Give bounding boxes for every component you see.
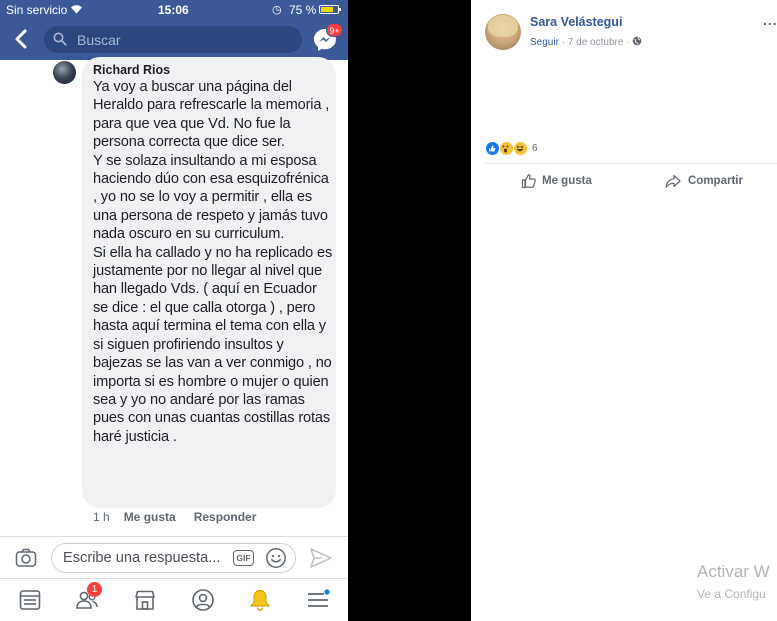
comment-author[interactable]: Richard Rios [93, 63, 170, 77]
wifi-icon [71, 5, 82, 14]
top-nav-bar: Buscar 9+ [0, 20, 348, 60]
comment-time: 1 h [93, 510, 110, 524]
messenger-badge: 9+ [326, 23, 343, 37]
notifications-icon[interactable] [248, 588, 272, 612]
search-icon [53, 32, 67, 46]
post-share-label: Compartir [688, 175, 743, 187]
comment-text: Ya voy a buscar una página del Heraldo p… [93, 79, 333, 445]
carrier-label: Sin servicio [6, 3, 68, 17]
status-bar: Sin servicio 15:06 ◷ 75 % [0, 0, 348, 20]
emoji-icon[interactable] [265, 547, 287, 569]
poster-avatar[interactable] [485, 14, 521, 50]
more-options-button[interactable]: ... [763, 12, 777, 28]
battery-icon [319, 5, 341, 14]
alarm-icon: ◷ [272, 4, 282, 16]
post-date[interactable]: 7 de octubre [568, 37, 624, 48]
poster-name[interactable]: Sara Velástegui [530, 15, 622, 29]
friends-badge: 1 [87, 582, 102, 597]
globe-icon [632, 36, 642, 46]
search-placeholder: Buscar [77, 32, 121, 48]
comment-like-button[interactable]: Me gusta [124, 510, 176, 524]
reply-placeholder: Escribe una respuesta... [63, 550, 221, 566]
back-arrow-icon[interactable] [13, 29, 31, 49]
activation-watermark-subtitle: Ve a Configu [697, 587, 766, 601]
bottom-tab-bar: 1 [0, 578, 348, 621]
profile-icon[interactable] [191, 588, 215, 612]
menu-icon[interactable] [306, 588, 330, 612]
thumbs-up-icon [521, 174, 536, 189]
commenter-avatar[interactable] [53, 61, 76, 84]
battery-percent: 75 % [289, 3, 317, 17]
camera-icon[interactable] [15, 547, 37, 569]
share-icon [665, 174, 681, 188]
comment-reply-button[interactable]: Responder [194, 510, 257, 524]
facebook-post: Sara Velástegui Seguir · 7 de octubre · … [471, 0, 777, 621]
post-like-label: Me gusta [542, 175, 592, 187]
reply-composer: Escribe una respuesta... GIF [0, 536, 348, 579]
follow-link[interactable]: Seguir [530, 37, 559, 48]
post-meta: Seguir · 7 de octubre · [530, 36, 642, 48]
divider [485, 163, 777, 164]
comment-actions: 1 h Me gusta Responder [93, 510, 256, 524]
marketplace-icon[interactable] [133, 588, 157, 612]
search-bar[interactable]: Buscar [44, 26, 302, 53]
news-feed-icon[interactable] [18, 588, 42, 612]
mobile-comment-view: Sin servicio 15:06 ◷ 75 % Buscar 9+ Rich… [0, 0, 348, 621]
activation-watermark-title: Activar W [697, 562, 770, 581]
reply-input[interactable]: Escribe una respuesta... GIF [51, 543, 296, 573]
clock: 15:06 [158, 3, 189, 17]
reaction-faces-icon [489, 145, 524, 153]
reaction-count[interactable]: 6 [532, 143, 538, 154]
send-icon[interactable] [309, 547, 333, 569]
gif-button[interactable]: GIF [233, 550, 254, 566]
